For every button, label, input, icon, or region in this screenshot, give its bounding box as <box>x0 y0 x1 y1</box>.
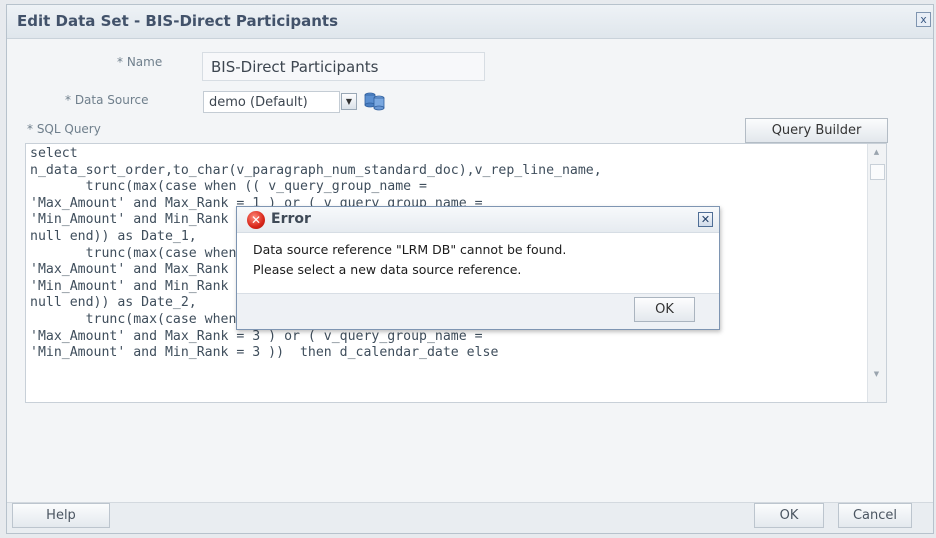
sql-query-label: * SQL Query <box>27 122 101 136</box>
sql-scrollbar[interactable]: ▲ ▼ <box>867 144 886 402</box>
error-message-line: Please select a new data source referenc… <box>253 262 522 277</box>
ok-button[interactable]: OK <box>754 503 824 528</box>
error-ok-button[interactable]: OK <box>634 297 695 322</box>
data-source-label: * Data Source <box>65 93 149 107</box>
error-dialog-title: Error <box>271 211 311 227</box>
dialog-title: Edit Data Set - BIS-Direct Participants <box>17 12 339 30</box>
error-icon: ✕ <box>247 211 265 229</box>
error-message-line: Data source reference "LRM DB" cannot be… <box>253 242 567 257</box>
error-message: Data source reference "LRM DB" cannot be… <box>253 240 566 280</box>
scroll-up-icon[interactable]: ▲ <box>868 144 885 160</box>
query-builder-button[interactable]: Query Builder <box>745 118 888 143</box>
cancel-button[interactable]: Cancel <box>838 503 912 528</box>
scroll-thumb[interactable] <box>870 164 885 180</box>
scroll-down-icon[interactable]: ▼ <box>868 366 885 382</box>
help-button[interactable]: Help <box>12 503 110 528</box>
error-dialog-titlebar: ✕ Error ✕ <box>237 207 719 233</box>
name-label: * Name <box>117 55 163 69</box>
error-dialog-footer: OK <box>237 293 719 329</box>
close-icon[interactable]: x <box>916 12 931 27</box>
chevron-down-icon[interactable]: ▼ <box>341 93 357 110</box>
database-icon[interactable] <box>363 91 387 111</box>
error-dialog: ✕ Error ✕ Data source reference "LRM DB"… <box>236 206 720 330</box>
data-source-select[interactable]: demo (Default) <box>203 91 340 113</box>
close-icon[interactable]: ✕ <box>698 212 713 227</box>
name-field[interactable]: BIS-Direct Participants <box>202 52 485 81</box>
dialog-titlebar: Edit Data Set - BIS-Direct Participants … <box>7 5 933 39</box>
